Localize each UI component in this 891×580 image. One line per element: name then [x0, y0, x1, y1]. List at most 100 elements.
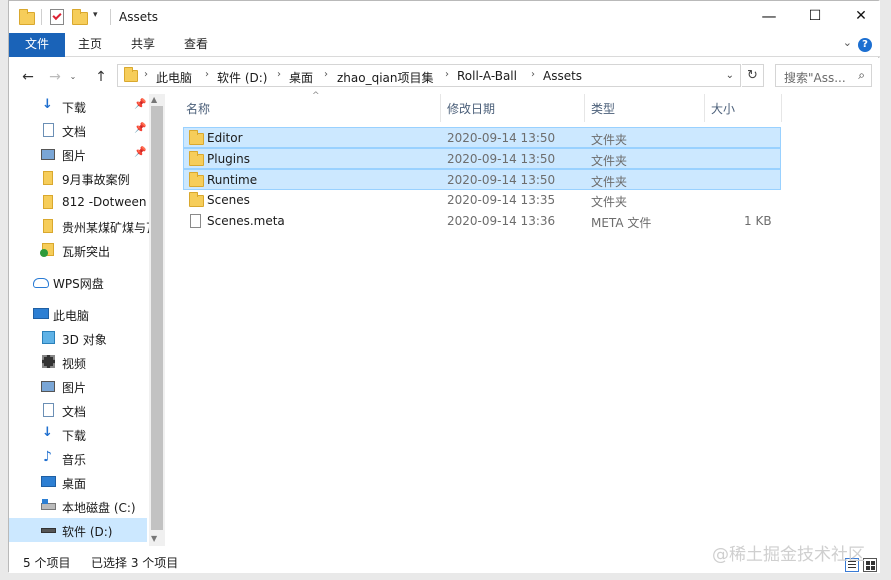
- back-button[interactable]: ←: [19, 68, 37, 86]
- address-bar[interactable]: › 此电脑 › 软件 (D:) › 桌面 › zhao_qian项目集 › Ro…: [117, 64, 741, 87]
- file-row[interactable]: Runtime 2020-09-14 13:50 文件夹: [183, 169, 781, 190]
- computer-icon: [33, 308, 49, 319]
- nav-item-folder[interactable]: 812 -Dotween: [9, 190, 147, 214]
- nav-item-pictures[interactable]: 图片 📌: [9, 142, 147, 166]
- breadcrumb-roll-a-ball[interactable]: Roll-A-Ball: [457, 69, 517, 83]
- recent-locations-icon[interactable]: ⌄: [68, 68, 78, 86]
- music-icon: ♪: [43, 449, 52, 465]
- file-type: 文件夹: [591, 175, 628, 189]
- nav-item-label: 此电脑: [53, 309, 90, 323]
- file-row[interactable]: Scenes.meta 2020-09-14 13:36 META 文件 1 K…: [184, 211, 782, 232]
- help-icon[interactable]: ?: [858, 38, 872, 52]
- nav-item-label: 下载: [62, 429, 87, 443]
- nav-item-videos[interactable]: 视频: [9, 350, 147, 374]
- breadcrumb-separator[interactable]: ›: [445, 69, 449, 80]
- column-date[interactable]: 修改日期: [447, 100, 495, 117]
- folder-icon: [43, 171, 53, 185]
- pin-icon[interactable]: 📌: [134, 99, 146, 110]
- close-button[interactable]: ✕: [838, 1, 884, 31]
- nav-item-folder[interactable]: 9月事故案例: [9, 166, 147, 190]
- breadcrumb-assets[interactable]: Assets: [543, 69, 582, 83]
- column-divider[interactable]: [584, 94, 585, 122]
- refresh-button[interactable]: ↻: [742, 64, 764, 87]
- tab-view[interactable]: 查看: [184, 33, 208, 57]
- breadcrumb-separator[interactable]: ›: [324, 69, 328, 80]
- column-divider[interactable]: [704, 94, 705, 122]
- forward-button[interactable]: →: [46, 68, 64, 86]
- tab-share[interactable]: 共享: [131, 33, 155, 57]
- tab-file[interactable]: 文件: [9, 33, 65, 57]
- nav-item-3d[interactable]: 3D 对象: [9, 326, 147, 350]
- file-type: META 文件: [591, 216, 652, 230]
- file-list: ^ 名称 修改日期 类型 大小 Editor 2020-09-14 13:50 …: [169, 91, 880, 546]
- new-folder-icon[interactable]: [72, 9, 88, 25]
- divider: [41, 9, 42, 25]
- file-row[interactable]: Editor 2020-09-14 13:50 文件夹: [183, 127, 781, 148]
- nav-item-downloads[interactable]: ↓ 下载 📌: [9, 94, 147, 118]
- scroll-up-icon[interactable]: ▲: [151, 95, 157, 104]
- nav-item-documents[interactable]: 文档 📌: [9, 118, 147, 142]
- file-row[interactable]: Scenes 2020-09-14 13:35 文件夹: [184, 190, 782, 211]
- nav-item-folder[interactable]: 瓦斯突出: [9, 238, 147, 262]
- drive-d-icon: [41, 528, 56, 533]
- breadcrumb-separator[interactable]: ›: [277, 69, 281, 80]
- breadcrumb-separator[interactable]: ›: [205, 69, 209, 80]
- nav-item-label: 812 -Dotween: [62, 195, 147, 209]
- maximize-button[interactable]: ☐: [792, 1, 838, 31]
- nav-item-folder[interactable]: 贵州某煤矿煤与瓦: [9, 214, 149, 238]
- up-button[interactable]: ↑: [92, 68, 110, 86]
- title-bar: ▾ Assets — ☐ ✕: [9, 1, 880, 33]
- nav-item-label: 贵州某煤矿煤与瓦: [62, 221, 149, 235]
- nav-item-documents[interactable]: 文档: [9, 398, 147, 422]
- breadcrumb-separator[interactable]: ›: [144, 69, 148, 80]
- nav-item-music[interactable]: ♪ 音乐: [9, 446, 147, 470]
- address-row: ← → ⌄ ↑ › 此电脑 › 软件 (D:) › 桌面 › zhao_qian…: [9, 58, 880, 94]
- nav-item-wps[interactable]: WPS网盘: [9, 270, 147, 294]
- nav-item-this-pc[interactable]: 此电脑: [9, 302, 147, 326]
- nav-item-drive-d[interactable]: 软件 (D:): [9, 518, 147, 542]
- column-name[interactable]: 名称: [186, 100, 210, 117]
- minimize-button[interactable]: —: [746, 1, 792, 31]
- nav-item-pictures[interactable]: 图片: [9, 374, 147, 398]
- folder-icon: [189, 151, 204, 166]
- file-type: 文件夹: [591, 133, 628, 147]
- divider: [110, 9, 111, 25]
- nav-item-label: 软件 (D:): [62, 525, 113, 539]
- large-icons-view-icon[interactable]: [863, 558, 877, 572]
- drive-c-icon: [41, 499, 56, 510]
- folder-icon: [43, 219, 53, 233]
- column-divider[interactable]: [440, 94, 441, 122]
- scroll-down-icon[interactable]: ▼: [151, 534, 157, 543]
- breadcrumb-drive-d[interactable]: 软件 (D:): [217, 69, 267, 86]
- column-divider[interactable]: [781, 94, 782, 122]
- customize-quick-access-icon[interactable]: ▾: [93, 10, 98, 20]
- nav-item-desktop[interactable]: 桌面: [9, 470, 147, 494]
- scrollbar-thumb[interactable]: [151, 106, 163, 530]
- explorer-window: ▾ Assets — ☐ ✕ 文件 主页 共享 查看 ⌄ ? ← → ⌄ ↑ ›…: [8, 0, 880, 573]
- selection-count: 已选择 3 个项目: [91, 556, 179, 570]
- folder-icon: [43, 195, 53, 209]
- pin-icon[interactable]: 📌: [134, 147, 146, 158]
- file-row[interactable]: Plugins 2020-09-14 13:50 文件夹: [183, 148, 781, 169]
- expand-ribbon-icon[interactable]: ⌄: [843, 36, 852, 49]
- column-type[interactable]: 类型: [591, 100, 615, 117]
- column-size[interactable]: 大小: [711, 100, 735, 117]
- file-date: 2020-09-14 13:50: [447, 152, 556, 166]
- breadcrumb-separator[interactable]: ›: [531, 69, 535, 80]
- tab-home[interactable]: 主页: [78, 33, 102, 57]
- nav-scrollbar[interactable]: ▲ ▼: [149, 94, 165, 546]
- properties-icon[interactable]: [50, 9, 64, 25]
- pin-icon[interactable]: 📌: [134, 123, 146, 134]
- address-dropdown-icon[interactable]: ⌄: [726, 70, 734, 81]
- nav-item-drive-c[interactable]: 本地磁盘 (C:): [9, 494, 147, 518]
- nav-item-label: 图片: [62, 381, 87, 395]
- window-title: Assets: [119, 10, 159, 24]
- nav-item-downloads[interactable]: ↓ 下载: [9, 422, 147, 446]
- search-input[interactable]: 搜索"Ass... ⌕: [775, 64, 872, 87]
- folder-icon: [19, 9, 35, 25]
- breadcrumb-project[interactable]: zhao_qian项目集: [337, 69, 434, 86]
- file-name: Scenes.meta: [207, 214, 285, 228]
- breadcrumb-desktop[interactable]: 桌面: [289, 69, 313, 86]
- breadcrumb-this-pc[interactable]: 此电脑: [156, 69, 192, 86]
- nav-item-label: 文档: [62, 125, 87, 139]
